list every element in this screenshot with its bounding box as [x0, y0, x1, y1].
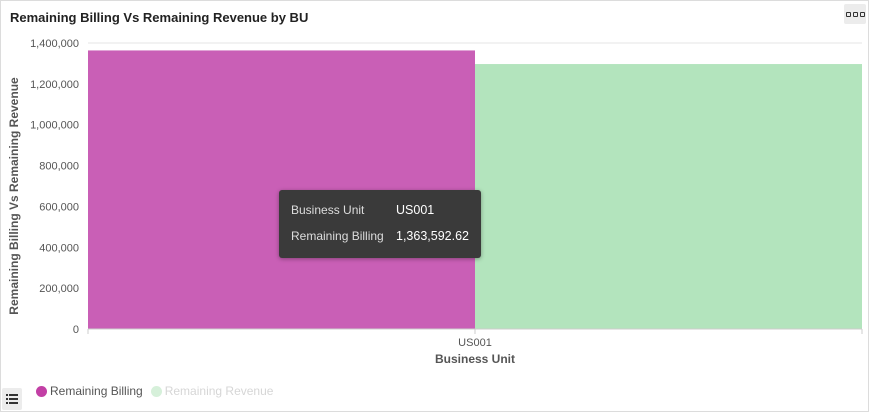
- y-tick-label: 200,000: [39, 283, 79, 295]
- y-tick-label: 1,200,000: [30, 79, 79, 91]
- legend-swatch: [36, 385, 47, 397]
- tooltip-key: Remaining Billing: [291, 229, 384, 243]
- y-axis-title: Remaining Billing Vs Remaining Revenue: [7, 77, 21, 315]
- y-tick-label: 1,400,000: [30, 38, 79, 50]
- chart-tooltip: Business Unit US001 Remaining Billing 1,…: [279, 190, 481, 258]
- legend-item-remaining-revenue[interactable]: Remaining Revenue: [150, 384, 274, 398]
- tooltip-key: Business Unit: [291, 203, 365, 217]
- legend-item-remaining-billing[interactable]: Remaining Billing: [36, 384, 143, 398]
- tooltip-value: US001: [396, 203, 435, 217]
- y-tick-label: 800,000: [39, 161, 79, 173]
- y-tick-label: 1,000,000: [30, 120, 79, 132]
- legend-label: Remaining Revenue: [164, 384, 274, 398]
- bar-remaining-revenue[interactable]: [475, 64, 862, 329]
- y-tick-label: 400,000: [39, 242, 79, 254]
- x-axis-title: Business Unit: [435, 352, 515, 366]
- list-icon[interactable]: [2, 388, 22, 410]
- x-tick-label: US001: [458, 337, 492, 349]
- y-tick-label: 600,000: [39, 201, 79, 213]
- tooltip-row-remaining-billing: Remaining Billing 1,363,592.62: [291, 229, 481, 255]
- tooltip-row-business-unit: Business Unit US001: [291, 203, 481, 229]
- legend-swatch: [150, 385, 162, 397]
- tooltip-value: 1,363,592.62: [396, 229, 469, 243]
- y-tick-label: 0: [73, 324, 79, 336]
- legend-label: Remaining Billing: [50, 384, 143, 398]
- chart-legend: Remaining Billing Remaining Revenue: [36, 384, 281, 398]
